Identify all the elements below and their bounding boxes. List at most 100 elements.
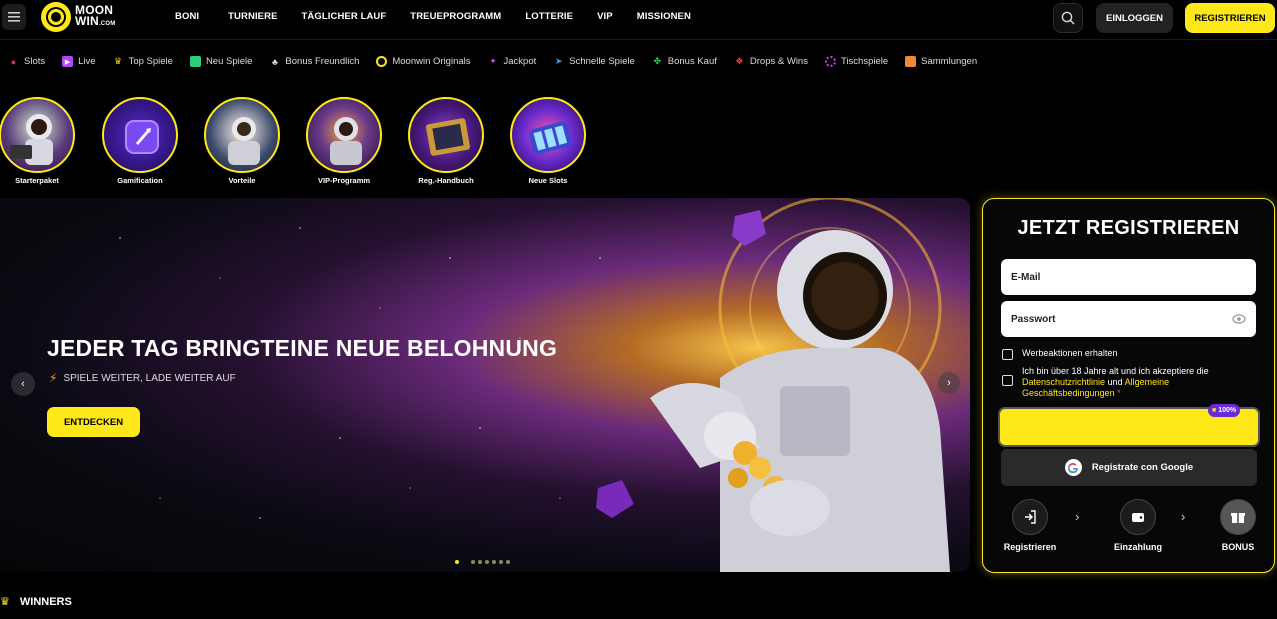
winners-section: ♛ WINNERS [0, 595, 72, 609]
register-button[interactable]: REGISTRIEREN [1185, 3, 1275, 33]
nav-vip[interactable]: VIP [597, 11, 613, 22]
nav-boni[interactable]: BONI [175, 11, 199, 22]
header-divider [0, 39, 1277, 40]
chevron-left-icon[interactable]: ‹ [11, 372, 35, 396]
astronaut-illustration [89, 198, 950, 572]
moon-icon [376, 56, 388, 67]
handbook-image [408, 97, 484, 173]
chevron-right-icon: › [1075, 509, 1080, 524]
category-bonus-freundlich[interactable]: ♣ Bonus Freundlich [269, 56, 359, 67]
login-button[interactable]: EINLOGGEN [1096, 3, 1173, 33]
category-top-spiele[interactable]: ♛ Top Spiele [113, 56, 173, 67]
password-field[interactable]: Passwort [1001, 301, 1256, 337]
chevron-right-icon[interactable]: › [938, 372, 960, 394]
carousel-dot[interactable] [471, 560, 475, 564]
collection-icon [905, 56, 917, 67]
carousel-dot[interactable] [492, 560, 496, 564]
search-button[interactable] [1053, 3, 1083, 33]
hero-title: JEDER TAG BRINGTEINE NEUE BELOHNUNG [47, 335, 558, 361]
carousel-dot[interactable] [499, 560, 503, 564]
category-schnelle-spiele[interactable]: ➤ Schnelle Spiele [553, 56, 635, 67]
carousel-dot[interactable] [455, 560, 459, 564]
sign-in-icon [1012, 499, 1048, 535]
category-bar: ● Slots ▶ Live ♛ Top Spiele Neu Spiele ♣ Bon… [8, 56, 977, 67]
calendar-icon [189, 56, 201, 67]
winners-title: WINNERS [19, 595, 72, 608]
circle-vorteile[interactable]: Vorteile [203, 97, 281, 185]
slot-machine-image [510, 97, 586, 173]
step-bonus: BONUS [1203, 499, 1273, 552]
required-mark: * [1117, 388, 1121, 398]
terms-text: Ich bin über 18 Jahre alt und ich akzept… [1022, 366, 1209, 376]
step-einzahlung: Einzahlung [1103, 499, 1173, 552]
circle-neue-slots[interactable]: Neue Slots [509, 97, 587, 185]
register-panel: JETZT REGISTRIEREN E-Mail Passwort Werbe… [982, 198, 1275, 573]
trophy-icon: ♛ [114, 56, 123, 66]
astronaut-image [306, 97, 382, 173]
nav-treueprogramm[interactable]: TREUEPROGRAMM [410, 11, 501, 22]
carousel-dot[interactable] [506, 560, 510, 564]
nav-lotterie[interactable]: LOTTERIE [525, 11, 573, 22]
hero-cta-button[interactable]: ENTDECKEN [47, 407, 140, 437]
rocket-icon: ➤ [554, 56, 563, 66]
and-text: und [1107, 377, 1123, 387]
promo-checkbox[interactable] [1002, 349, 1013, 360]
circle-vip-programm[interactable]: VIP-Programm [305, 97, 383, 185]
carousel-dot[interactable] [485, 560, 489, 564]
category-live[interactable]: ▶ Live [62, 56, 96, 67]
category-drops-wins[interactable]: ❖ Drops & Wins [734, 56, 808, 67]
hero-subtitle: ⚡ SPIELE WEITER, LADE WEITER AUF [49, 371, 236, 385]
search-icon [1061, 11, 1075, 25]
category-sammlungen[interactable]: Sammlungen [905, 56, 977, 67]
menu-icon[interactable] [2, 4, 26, 30]
logo[interactable]: MOON WIN.COM [41, 2, 115, 32]
google-register-button[interactable]: Registrate con Google [1001, 449, 1257, 486]
gift-icon [1220, 499, 1256, 535]
carousel-dots [455, 560, 510, 564]
header: MOON WIN.COM BONI TURNIERE TÄGLICHER LAU… [0, 0, 1277, 36]
terms-checkbox-row[interactable]: Ich bin über 18 Jahre alt und ich akzept… [1002, 366, 1242, 399]
chevron-right-icon: › [1181, 509, 1186, 524]
moon-logo-icon [41, 2, 71, 32]
bonus-badge: ■ 100% [1208, 404, 1241, 417]
nav-missionen[interactable]: MISSIONEN [637, 11, 691, 22]
circle-starterpaket[interactable]: Starterpaket [0, 97, 76, 185]
wallet-icon [1120, 499, 1156, 535]
rocket-badge-image [102, 97, 178, 173]
clover-icon: ✤ [653, 56, 662, 66]
step-registrieren: Registrieren [995, 499, 1065, 552]
crown-icon: ♛ [0, 596, 10, 608]
category-neu-spiele[interactable]: Neu Spiele [189, 56, 252, 67]
google-icon [1064, 459, 1082, 476]
category-jackpot[interactable]: ✦ Jackpot [488, 56, 536, 67]
category-slots[interactable]: ● Slots [8, 56, 45, 67]
astronaut-image [0, 97, 75, 173]
cherry-icon: ● [10, 56, 17, 67]
nav-taeglicher-lauf[interactable]: TÄGLICHER LAUF [302, 11, 387, 22]
gift-icon: ■ [1212, 407, 1217, 414]
live-play-icon: ▶ [62, 56, 74, 67]
cards-icon: ♣ [271, 56, 278, 67]
nav-turniere[interactable]: TURNIERE [228, 11, 277, 22]
lightning-icon: ⚡ [49, 371, 58, 385]
category-bonus-kauf[interactable]: ✤ Bonus Kauf [652, 56, 716, 67]
jackpot-icon: ✦ [489, 56, 497, 66]
logo-line2: WIN [75, 13, 99, 28]
chip-icon [824, 56, 836, 67]
astronaut-image [204, 97, 280, 173]
email-field[interactable]: E-Mail [1001, 259, 1256, 295]
register-title: JETZT REGISTRIEREN [1017, 217, 1240, 239]
circle-gamification[interactable]: Gamification [101, 97, 179, 185]
drops-icon: ❖ [735, 56, 744, 66]
circle-reg-handbuch[interactable]: Reg.-Handbuch [407, 97, 485, 185]
terms-checkbox[interactable] [1002, 375, 1013, 386]
promo-checkbox-row[interactable]: Werbeaktionen erhalten [1002, 348, 1117, 360]
category-moonwin-originals[interactable]: Moonwin Originals [376, 56, 471, 67]
register-steps: Registrieren › Einzahlung › BONUS [983, 499, 1274, 559]
logo-suffix: .COM [98, 20, 116, 27]
main-nav: BONI TURNIERE TÄGLICHER LAUF TREUEPROGRA… [175, 11, 691, 22]
eye-icon[interactable] [1232, 312, 1246, 326]
carousel-dot[interactable] [478, 560, 482, 564]
privacy-link[interactable]: Datenschutzrichtlinie [1022, 377, 1105, 387]
category-tischspiele[interactable]: Tischspiele [824, 56, 888, 67]
